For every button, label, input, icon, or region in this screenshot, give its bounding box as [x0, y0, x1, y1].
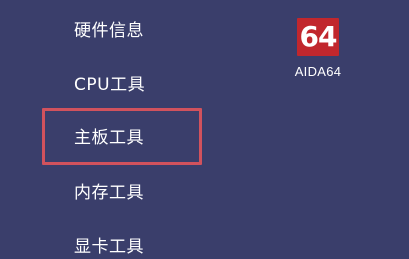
aida64-app-tile[interactable]: 64 AIDA64 [286, 14, 350, 90]
menu-item-memory-tools[interactable]: 内存工具 [74, 183, 144, 203]
aida64-label: AIDA64 [294, 64, 342, 79]
menu-item-hardware-info[interactable]: 硬件信息 [74, 21, 144, 41]
menu-item-cpu-tools[interactable]: CPU工具 [74, 75, 145, 95]
selection-highlight-box [42, 108, 202, 165]
aida64-icon-text: 64 [299, 20, 338, 53]
menu-item-gpu-tools[interactable]: 显卡工具 [74, 237, 144, 257]
aida64-icon: 64 [297, 18, 339, 56]
